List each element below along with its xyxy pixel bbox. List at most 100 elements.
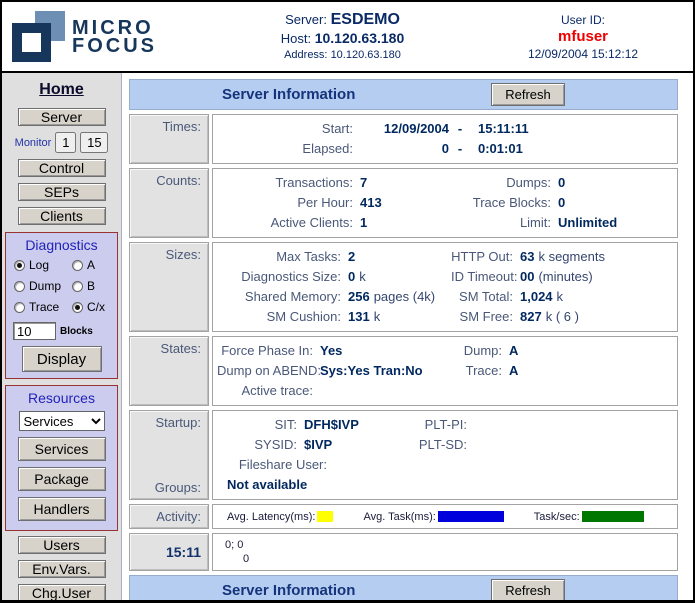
chguser-button[interactable]: Chg.User	[18, 584, 106, 600]
avg-task-label: Avg. Task(ms):	[363, 511, 435, 523]
separator: -	[449, 139, 471, 159]
task-sec-label: Task/sec:	[534, 511, 580, 523]
legend-avg-latency: Avg. Latency(ms):	[227, 511, 333, 523]
times-row: Times: Start: 12/09/2004 - 15:11:11 Elap…	[129, 114, 678, 164]
services-button[interactable]: Services	[18, 437, 106, 461]
trace-state-label: Trace:	[425, 361, 502, 381]
sit-value: DFH$IVP	[297, 415, 417, 435]
server-button[interactable]: Server	[18, 108, 106, 126]
sm-total-label: SM Total:	[451, 287, 513, 307]
start-label: Start:	[217, 119, 353, 139]
separator: -	[449, 119, 471, 139]
diagnostics-panel: Diagnostics Log A Dump	[5, 232, 118, 379]
package-button[interactable]: Package	[18, 467, 106, 491]
counts-row: Counts: Transactions: 7 Dumps: 0 Per Hou…	[129, 168, 678, 238]
legend-task-sec: Task/sec:	[534, 511, 644, 523]
logo-line1: MICRO	[72, 19, 157, 37]
seps-button[interactable]: SEPs	[18, 183, 106, 201]
start-time: 15:11:11	[471, 119, 673, 139]
home-link[interactable]: Home	[39, 81, 83, 99]
bottom-title-bar: Server Information Refresh	[129, 575, 678, 600]
page-title: Server Information	[222, 86, 355, 103]
control-button[interactable]: Control	[18, 159, 106, 177]
diag-radio-dump[interactable]: Dump	[14, 279, 72, 293]
sample-values: 0; 0 0	[212, 533, 678, 571]
page-title-bottom: Server Information	[222, 582, 355, 599]
radio-circle-icon	[72, 281, 83, 292]
states-row: States: Force Phase In: Yes Dump: A Dump…	[129, 336, 678, 406]
states-content: Force Phase In: Yes Dump: A Dump on ABEN…	[212, 336, 678, 406]
envvars-button[interactable]: Env.Vars.	[18, 560, 106, 578]
host-label: Host:	[281, 31, 311, 46]
sm-total-value: 1,024	[520, 289, 553, 304]
shared-memory-label: Shared Memory:	[217, 287, 341, 307]
diagnostics-radio-group: Log A Dump B	[6, 258, 105, 314]
monitor-1-button[interactable]: 1	[55, 132, 76, 153]
limit-value: Unlimited	[551, 213, 673, 233]
blocks-input[interactable]	[13, 322, 56, 340]
diag-radio-trace-label: Trace	[29, 300, 59, 314]
handlers-button[interactable]: Handlers	[18, 497, 106, 521]
avg-latency-swatch	[317, 511, 333, 522]
display-button[interactable]: Display	[22, 346, 102, 372]
user-id-value: mfuser	[503, 28, 663, 46]
dumps-value: 0	[551, 173, 673, 193]
force-phase-value: Yes	[313, 341, 425, 361]
trace-blocks-value: 0	[551, 193, 673, 213]
groups-value: Not available	[217, 475, 673, 495]
radio-circle-icon	[72, 302, 83, 313]
start-date: 12/09/2004	[353, 119, 449, 139]
microfocus-logo: MICRO FOCUS	[12, 11, 157, 62]
shared-memory-suffix: pages (4k)	[370, 289, 435, 304]
monitor-15-button[interactable]: 15	[80, 132, 108, 153]
sidebar: Home Server Monitor 1 15 Control SEPs Cl…	[2, 73, 122, 600]
limit-label: Limit:	[449, 213, 551, 233]
sample-line1: 0; 0	[217, 538, 673, 552]
radio-circle-icon	[72, 260, 83, 271]
sizes-row: Sizes: Max Tasks: 2 HTTP Out: 63k segmen…	[129, 242, 678, 332]
plt-pi-label: PLT-PI:	[417, 415, 467, 435]
id-timeout-label: ID Timeout:	[451, 267, 513, 287]
trace-blocks-label: Trace Blocks:	[449, 193, 551, 213]
diag-radio-log[interactable]: Log	[14, 258, 72, 272]
startup-content: SIT: DFH$IVP PLT-PI: SYSID: $IVP PLT-SD:…	[212, 410, 678, 500]
diag-radio-cx[interactable]: C/x	[72, 300, 105, 314]
sm-free-suffix: k ( 6 )	[542, 309, 579, 324]
diag-radio-b[interactable]: B	[72, 279, 105, 293]
diag-radio-a[interactable]: A	[72, 258, 105, 272]
diag-radio-dump-label: Dump	[29, 279, 61, 293]
clients-button[interactable]: Clients	[18, 207, 106, 225]
users-button[interactable]: Users	[18, 536, 106, 554]
sit-label: SIT:	[217, 415, 297, 435]
task-sec-swatch	[582, 511, 644, 522]
sm-free-value: 827	[520, 309, 542, 324]
startup-row: Startup: Groups: SIT: DFH$IVP PLT-PI: SY…	[129, 410, 678, 500]
active-clients-value: 1	[353, 213, 449, 233]
logo-front-square	[12, 23, 51, 62]
refresh-button-top[interactable]: Refresh	[491, 83, 565, 106]
times-content: Start: 12/09/2004 - 15:11:11 Elapsed: 0 …	[212, 114, 678, 164]
radio-circle-icon	[14, 260, 25, 271]
elapsed-time: 0:01:01	[471, 139, 673, 159]
max-tasks-value: 2	[341, 247, 451, 267]
legend-avg-task: Avg. Task(ms):	[363, 511, 503, 523]
diag-radio-trace[interactable]: Trace	[14, 300, 72, 314]
sysid-label: SYSID:	[217, 435, 297, 455]
startup-row-label: Startup: Groups:	[129, 410, 209, 500]
refresh-button-bottom[interactable]: Refresh	[491, 579, 565, 600]
sm-free-label: SM Free:	[451, 307, 513, 327]
dump-state-label: Dump:	[425, 341, 502, 361]
blocks-row: Blocks	[6, 322, 93, 340]
elapsed-days: 0	[353, 139, 449, 159]
groups-label: Groups:	[130, 480, 201, 495]
plt-sd-label: PLT-SD:	[417, 435, 467, 455]
resources-select[interactable]: Services	[19, 411, 105, 431]
shared-memory-value: 256	[348, 289, 370, 304]
fileshare-user-label: Fileshare User:	[217, 455, 327, 475]
user-identity: User ID: mfuser 12/09/2004 15:12:12	[503, 12, 663, 62]
startup-label: Startup:	[130, 415, 201, 430]
sm-cushion-label: SM Cushion:	[217, 307, 341, 327]
logo-line2: FOCUS	[72, 37, 157, 55]
timestamp: 12/09/2004 15:12:12	[503, 46, 663, 62]
diag-radio-cx-label: C/x	[87, 300, 105, 314]
